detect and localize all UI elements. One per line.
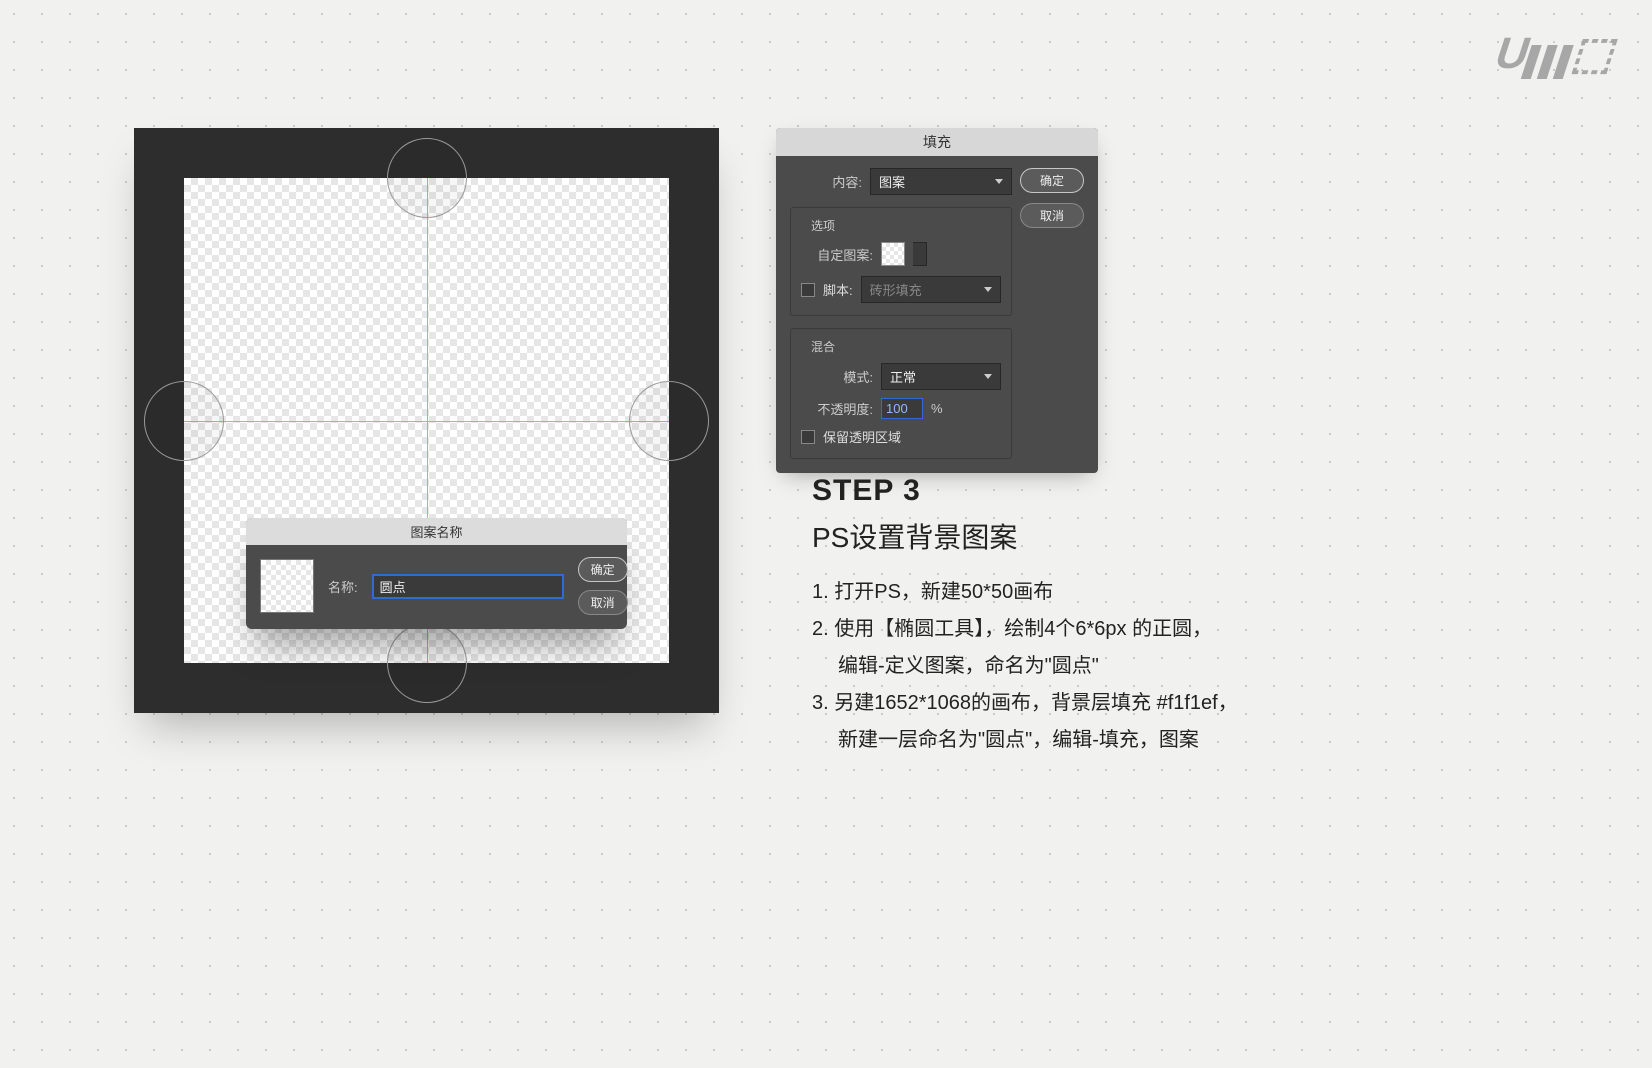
logo-bars	[1520, 45, 1573, 79]
instruction-list: 1. 打开PS，新建50*50画布 2. 使用【椭圆工具】，绘制4个6*6px …	[812, 574, 1452, 759]
opacity-input[interactable]	[881, 398, 923, 419]
content-dropdown-value: 图案	[879, 172, 905, 191]
pattern-preview-swatch[interactable]	[260, 559, 314, 613]
content-dropdown[interactable]: 图案	[870, 168, 1012, 195]
script-dropdown: 砖形填充	[861, 276, 1001, 303]
ps-canvas[interactable]: 图案名称 名称: 确定 取消	[184, 178, 669, 663]
instructions-block: STEP 3 PS设置背景图案 1. 打开PS，新建50*50画布 2. 使用【…	[812, 474, 1452, 759]
preserve-transparency-checkbox[interactable]	[801, 430, 815, 444]
pattern-name-label: 名称:	[328, 577, 358, 596]
guide-horizontal	[184, 421, 669, 422]
pattern-name-input[interactable]	[372, 574, 564, 599]
script-label: 脚本:	[823, 280, 853, 299]
pattern-cancel-button[interactable]: 取消	[578, 590, 628, 615]
opacity-label: 不透明度:	[801, 399, 873, 418]
options-legend: 选项	[805, 217, 841, 234]
custom-pattern-picker[interactable]	[913, 242, 927, 266]
pattern-ok-button[interactable]: 确定	[578, 557, 628, 582]
mode-dropdown[interactable]: 正常	[881, 363, 1001, 390]
pattern-name-dialog: 图案名称 名称: 确定 取消	[246, 518, 627, 629]
step-subtitle: PS设置背景图案	[812, 516, 1452, 556]
blend-fieldset: 混合 模式: 正常 不透明度: % 保留透明区域	[790, 328, 1012, 459]
fill-dialog-title: 填充	[776, 128, 1098, 156]
mode-dropdown-value: 正常	[890, 367, 916, 386]
content-label: 内容:	[790, 172, 862, 191]
fill-cancel-button[interactable]: 取消	[1020, 203, 1084, 228]
list-item: 3. 另建1652*1068的画布，背景层填充 #f1f1ef， 新建一层命名为…	[812, 685, 1452, 759]
mode-label: 模式:	[801, 367, 873, 386]
pattern-dialog-title: 图案名称	[246, 518, 627, 545]
chevron-down-icon	[984, 287, 992, 292]
list-item: 1. 打开PS，新建50*50画布	[812, 574, 1452, 611]
options-fieldset: 选项 自定图案: 脚本: 砖形填充	[790, 207, 1012, 316]
ellipse-bottom[interactable]	[387, 623, 467, 703]
brand-logo: U ⬚	[1488, 28, 1620, 79]
step-heading: STEP 3	[812, 474, 1452, 508]
chevron-down-icon	[995, 179, 1003, 184]
fill-ok-button[interactable]: 确定	[1020, 168, 1084, 193]
script-dropdown-value: 砖形填充	[870, 280, 922, 299]
ellipse-right[interactable]	[629, 381, 709, 461]
ps-canvas-frame: 图案名称 名称: 确定 取消	[134, 128, 719, 713]
ellipse-top[interactable]	[387, 138, 467, 218]
custom-pattern-swatch[interactable]	[881, 242, 905, 266]
blend-legend: 混合	[805, 338, 841, 355]
opacity-unit: %	[931, 401, 943, 416]
preserve-transparency-label: 保留透明区域	[823, 427, 901, 446]
chevron-down-icon	[984, 374, 992, 379]
ellipse-left[interactable]	[144, 381, 224, 461]
logo-tail-icon: ⬚	[1566, 28, 1620, 79]
list-item: 2. 使用【椭圆工具】，绘制4个6*6px 的正圆， 编辑-定义图案，命名为"圆…	[812, 611, 1452, 685]
fill-dialog: 填充 内容: 图案 选项 自定图案:	[776, 128, 1098, 473]
script-checkbox[interactable]	[801, 283, 815, 297]
custom-pattern-label: 自定图案:	[801, 245, 873, 264]
